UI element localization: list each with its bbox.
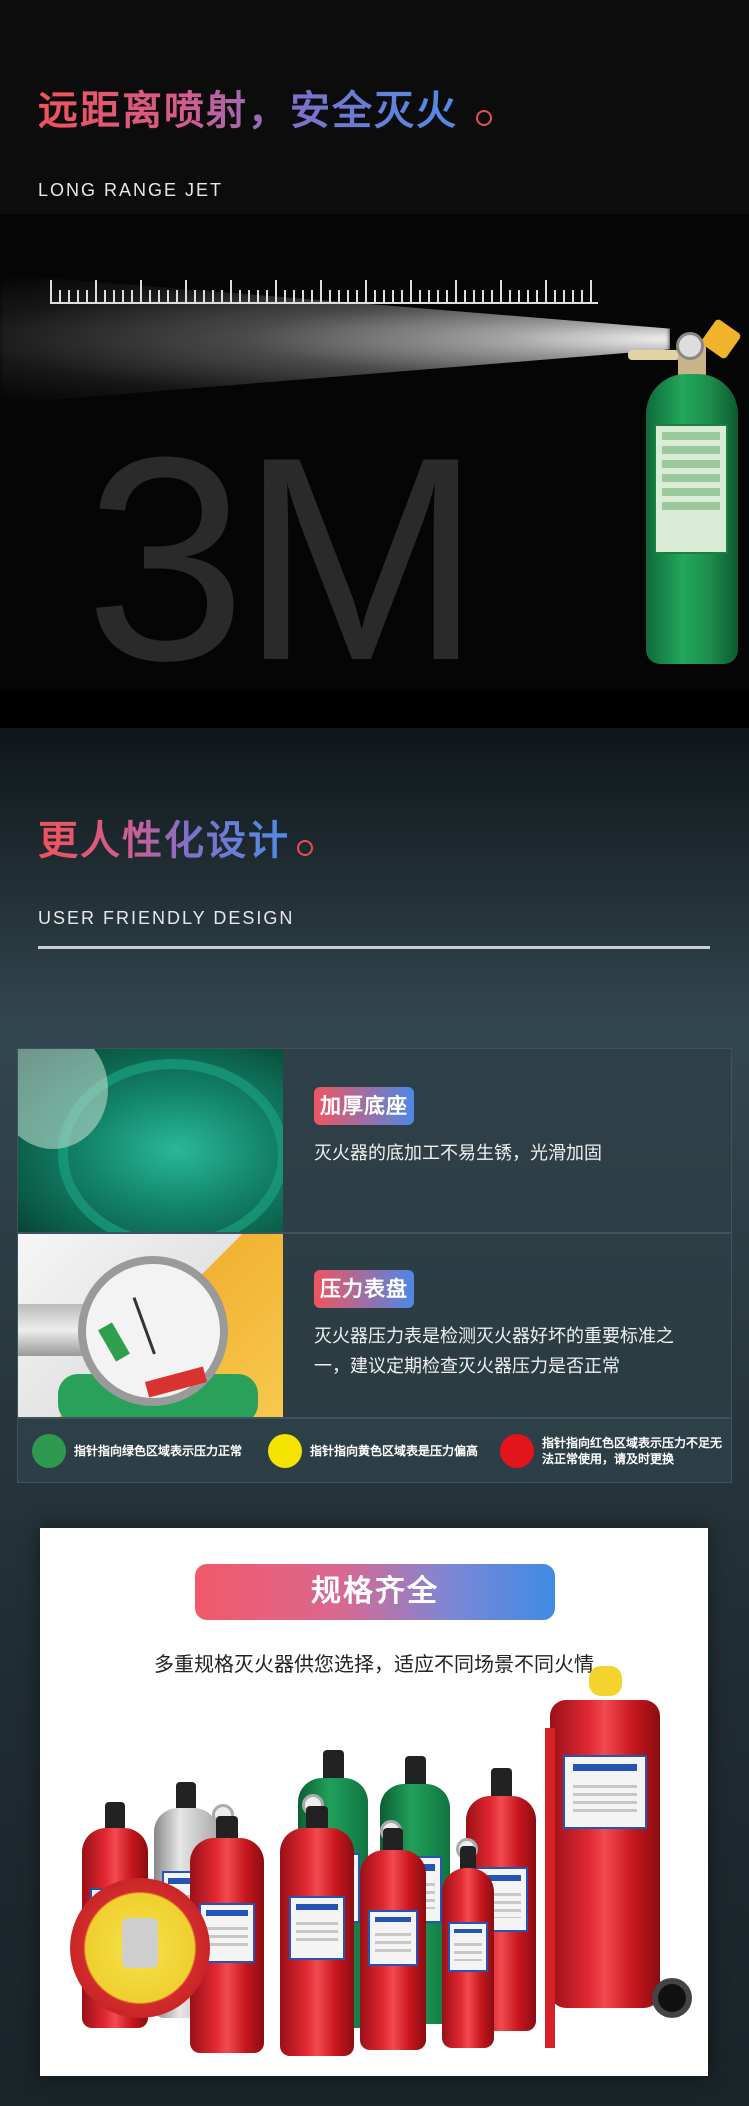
legend-text: 指针指向黄色区域表是压力偏高 — [310, 1444, 479, 1458]
gauge-legend: 指针指向绿色区域表示压力正常 指针指向黄色区域表是压力偏高 指针指向红色区域表示… — [17, 1418, 732, 1483]
title-decoration-icon — [476, 110, 492, 126]
green-extinguisher-icon — [628, 314, 744, 664]
green-dot-icon — [32, 1434, 66, 1468]
extinguisher-lid-icon — [70, 1878, 210, 2018]
legend-text: 指针指向绿色区域表示压力正常 — [74, 1444, 243, 1458]
section-header: 远距离喷射，安全灭火 LONG RANGE JET — [0, 0, 749, 214]
pressure-gauge-photo-icon — [18, 1234, 283, 1417]
legend-item-red: 指针指向红色区域表示压力不足无法正常使用，请及时更换 — [500, 1433, 730, 1469]
extinguisher-base-photo-icon — [18, 1049, 283, 1232]
feature-tag: 压力表盘 — [314, 1270, 414, 1308]
section-title: 更人性化设计 — [38, 808, 290, 866]
long-range-jet-section: 远距离喷射，安全灭火 LONG RANGE JET 3M — [0, 0, 749, 728]
title-decoration-icon — [297, 840, 313, 856]
feature-tag: 加厚底座 — [314, 1087, 414, 1125]
section-title: 远距离喷射，安全灭火 — [38, 78, 458, 136]
distance-ruler — [50, 280, 598, 304]
specifications-card: 规格齐全 多重规格灭火器供您选择，适应不同场景不同火情 — [40, 1528, 708, 2076]
spec-banner: 规格齐全 — [195, 1564, 555, 1620]
red-dot-icon — [500, 1434, 534, 1468]
section-subtitle: LONG RANGE JET — [38, 180, 224, 200]
distance-value: 3M — [85, 397, 482, 690]
feature-description: 灭火器压力表是检测灭火器好坏的重要标准之一，建议定期检查灭火器压力是否正常 — [314, 1326, 674, 1377]
jet-illustration: 3M — [0, 214, 749, 690]
feature-card-base: 加厚底座 灭火器的底加工不易生锈，光滑加固 — [17, 1048, 732, 1233]
user-friendly-design-section: 更人性化设计 USER FRIENDLY DESIGN 加厚底座 灭火器的底加工… — [0, 728, 749, 2106]
yellow-dot-icon — [268, 1434, 302, 1468]
legend-item-green: 指针指向绿色区域表示压力正常 — [32, 1433, 242, 1469]
section-subtitle: USER FRIENDLY DESIGN — [38, 908, 295, 928]
divider — [38, 946, 710, 949]
feature-description: 灭火器的底加工不易生锈，光滑加固 — [314, 1143, 602, 1164]
legend-text: 指针指向红色区域表示压力不足无法正常使用，请及时更换 — [542, 1436, 723, 1466]
legend-item-yellow: 指针指向黄色区域表是压力偏高 — [268, 1433, 478, 1469]
feature-card-gauge: 压力表盘 灭火器压力表是检测灭火器好坏的重要标准之一，建议定期检查灭火器压力是否… — [17, 1233, 732, 1418]
